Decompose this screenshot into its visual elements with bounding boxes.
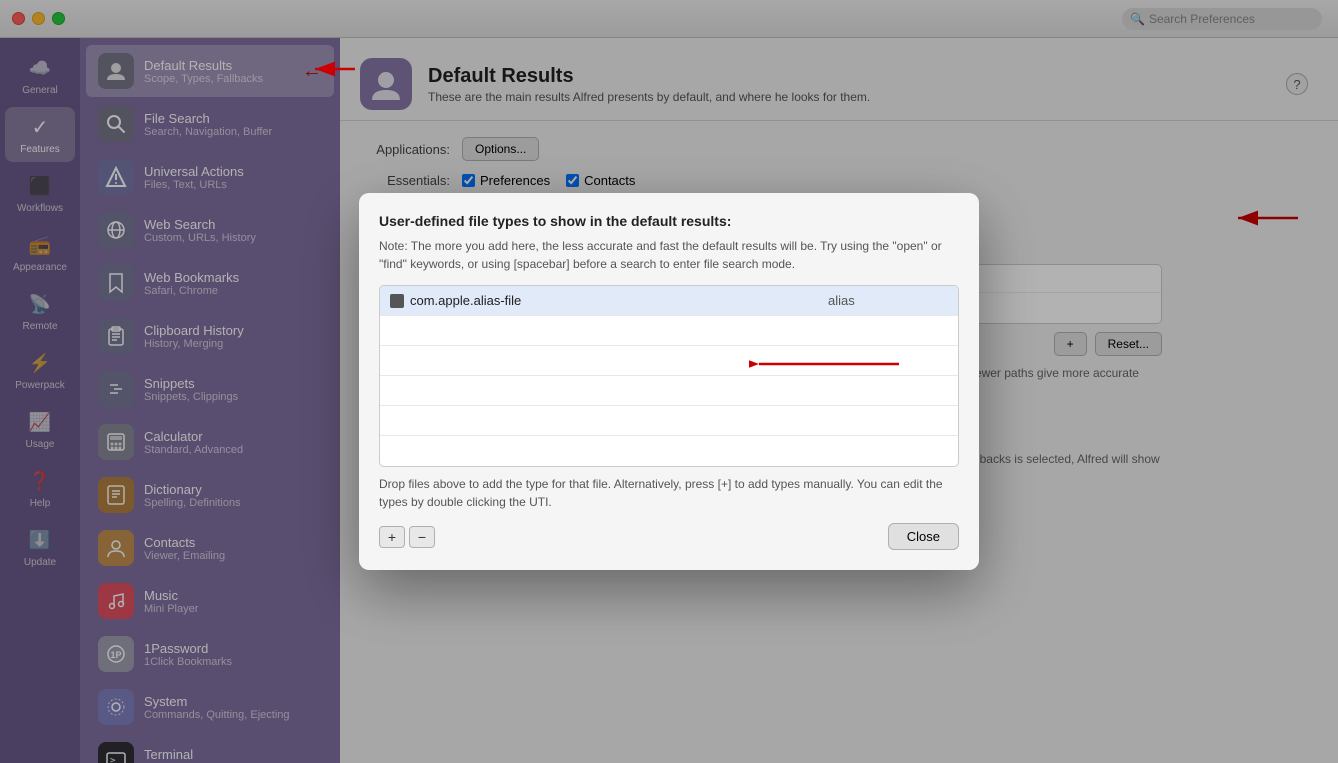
add-remove-buttons: + −: [379, 526, 435, 548]
modal-table-row-0[interactable]: com.apple.alias-file alias: [380, 286, 958, 316]
modal-table-row-4[interactable]: [380, 406, 958, 436]
modal-table-row-1[interactable]: [380, 316, 958, 346]
user-defined-file-types-modal: User-defined file types to show in the d…: [359, 193, 979, 570]
modal-table: com.apple.alias-file alias: [379, 285, 959, 467]
modal-table-row-3[interactable]: [380, 376, 958, 406]
file-type-icon: [390, 294, 404, 308]
modal-footer-note: Drop files above to add the type for tha…: [379, 475, 959, 511]
ext-value-0: alias: [828, 293, 948, 308]
uti-value-0: com.apple.alias-file: [410, 293, 822, 308]
modal-title: User-defined file types to show in the d…: [379, 213, 959, 229]
modal-table-row-5[interactable]: [380, 436, 958, 466]
modal-overlay: User-defined file types to show in the d…: [0, 0, 1338, 763]
close-modal-button[interactable]: Close: [888, 523, 959, 550]
modal-table-row-2[interactable]: [380, 346, 958, 376]
add-type-button[interactable]: +: [379, 526, 405, 548]
modal-note: Note: The more you add here, the less ac…: [379, 237, 959, 273]
remove-type-button[interactable]: −: [409, 526, 435, 548]
modal-actions: + − Close: [379, 523, 959, 550]
